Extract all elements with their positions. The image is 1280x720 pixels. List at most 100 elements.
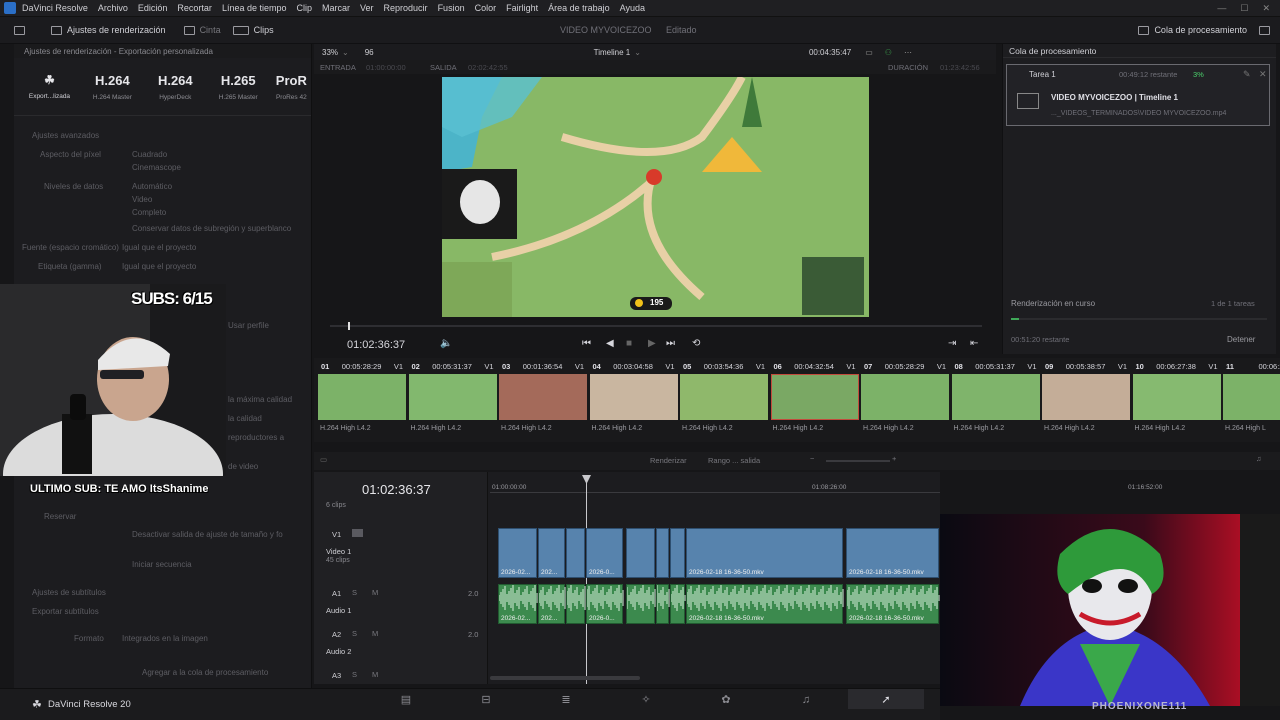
in-point-icon[interactable]: ⇥: [948, 338, 956, 349]
clips-button[interactable]: Clips: [232, 25, 274, 35]
play-icon[interactable]: ▶: [648, 338, 656, 349]
scrub-playhead[interactable]: [348, 322, 350, 330]
retain-subblack-checkbox[interactable]: Conservar datos de subregión y superblan…: [132, 224, 291, 233]
video-clip[interactable]: 202...: [538, 528, 565, 578]
menu-marcar[interactable]: Marcar: [322, 3, 350, 13]
deliver-page-icon[interactable]: ➚: [880, 694, 892, 706]
audio-clip[interactable]: [626, 584, 656, 624]
color-space-select[interactable]: Igual que el proyecto: [122, 243, 196, 252]
video-clip[interactable]: [656, 528, 669, 578]
audio-clip[interactable]: [656, 584, 670, 624]
out-point-icon[interactable]: ⇤: [970, 338, 978, 349]
go-to-start-icon[interactable]: ⏮: [582, 338, 591, 349]
menu-recortar[interactable]: Recortar: [177, 3, 212, 13]
menu-linea-de-tiempo[interactable]: Línea de tiempo: [222, 3, 287, 13]
audio-clip[interactable]: [566, 584, 586, 624]
menu-ver[interactable]: Ver: [360, 3, 374, 13]
solo-button[interactable]: S: [352, 588, 357, 597]
mute-button[interactable]: M: [372, 670, 378, 679]
subtitle-settings-heading[interactable]: Ajustes de subtítulos: [32, 588, 106, 597]
timeline-options-icon[interactable]: ▭: [320, 455, 327, 464]
zoom-select[interactable]: 33%: [322, 48, 338, 57]
menu-reproducir[interactable]: Reproducir: [384, 3, 428, 13]
timeline-ruler[interactable]: 01:00:00:00 01:08:26:00: [490, 478, 940, 496]
clip-thumbnail[interactable]: 05 00:03:54:36 V1 H.264 High L4.2: [680, 362, 768, 438]
data-levels-auto-radio[interactable]: Automático: [132, 182, 172, 191]
video-clip[interactable]: [670, 528, 685, 578]
menu-edicion[interactable]: Edición: [138, 3, 168, 13]
format-select[interactable]: Integrados en la imagen: [122, 634, 208, 643]
mute-button[interactable]: M: [372, 629, 378, 638]
menu-fairlight[interactable]: Fairlight: [506, 3, 538, 13]
menu-ayuda[interactable]: Ayuda: [620, 3, 645, 13]
video-clip[interactable]: 2026-02-18 16-36-50.mkv: [846, 528, 939, 578]
loop-icon[interactable]: ⟲: [692, 338, 700, 349]
audio-clip[interactable]: 2026-0...: [586, 584, 624, 624]
pixel-cinemascope-radio[interactable]: Cinemascope: [132, 163, 181, 172]
timeline-playhead[interactable]: [586, 478, 587, 684]
color-page-icon[interactable]: ✿: [720, 694, 732, 706]
clip-thumbnail[interactable]: 11 00:06:2 H.264 High L: [1223, 362, 1280, 438]
clip-thumbnail[interactable]: 02 00:05:31:37 V1 H.264 High L4.2: [408, 362, 497, 438]
add-to-queue-button[interactable]: Agregar a la cola de procesamiento: [142, 668, 268, 677]
video-clip[interactable]: 2026-0...: [586, 528, 623, 578]
clip-thumbnail[interactable]: 06 00:04:32:54 V1 H.264 High L4.2: [770, 362, 859, 438]
menu-app[interactable]: DaVinci Resolve: [22, 3, 88, 13]
timeline-zoom-slider[interactable]: [826, 460, 890, 462]
preset-custom-export[interactable]: ☘ Export...lizada: [20, 73, 79, 100]
timeline-name[interactable]: Timeline 1: [594, 48, 631, 57]
fps-field[interactable]: 96: [365, 48, 374, 57]
render-range-select[interactable]: Rango ... salida: [708, 456, 760, 465]
viewer-options-icon[interactable]: ▭: [865, 48, 873, 57]
video-clip[interactable]: [566, 528, 585, 578]
preset-h264-master[interactable]: H.264 H.264 Master: [83, 73, 142, 101]
menu-archivo[interactable]: Archivo: [98, 3, 128, 13]
fusion-page-icon[interactable]: ✧: [640, 694, 652, 706]
tape-button[interactable]: Cinta: [183, 25, 221, 35]
export-subtitles-checkbox[interactable]: Exportar subtítulos: [32, 607, 99, 616]
players-option[interactable]: reproductores a: [228, 433, 284, 442]
more-options-icon[interactable]: ⋯: [904, 48, 912, 57]
viewer-scrub-bar[interactable]: [330, 322, 982, 330]
close-icon[interactable]: ✕: [1262, 3, 1270, 14]
video-clip[interactable]: [626, 528, 655, 578]
clip-thumbnail[interactable]: 10 00:06:27:38 V1 H.264 High L4.2: [1132, 362, 1221, 438]
stop-icon[interactable]: ■: [626, 338, 632, 349]
preset-h265-master[interactable]: H.265 H.265 Master: [209, 73, 268, 101]
volume-icon[interactable]: 🔈: [440, 338, 452, 349]
clip-thumbnail[interactable]: 01 00:05:28:29 V1 H.264 High L4.2: [318, 362, 406, 438]
audio-clip[interactable]: 202...: [538, 584, 566, 624]
preset-prores[interactable]: ProR ProRes 42: [272, 73, 311, 101]
track-lock-icon[interactable]: [352, 529, 363, 537]
render-queue-button[interactable]: Cola de procesamiento: [1138, 25, 1247, 35]
quality-option[interactable]: la calidad: [228, 414, 262, 423]
video-clip[interactable]: 2026-02-18 16-36-50.mkv: [686, 528, 843, 578]
data-levels-full-radio[interactable]: Completo: [132, 208, 166, 217]
audio-clip[interactable]: 2026-02...: [498, 584, 538, 624]
solo-button[interactable]: S: [352, 670, 357, 679]
solo-button[interactable]: S: [352, 629, 357, 638]
start-sequence-checkbox[interactable]: Iniciar secuencia: [132, 560, 192, 569]
stop-render-button[interactable]: Detener: [1227, 335, 1255, 344]
link-icon[interactable]: ⚇: [885, 48, 892, 57]
timeline-scrollbar[interactable]: [490, 676, 640, 680]
cut-page-icon[interactable]: ⊟: [480, 694, 492, 706]
media-page-icon[interactable]: ▤: [400, 694, 412, 706]
edit-job-icon[interactable]: ✎: [1243, 69, 1251, 80]
remove-job-icon[interactable]: ✕: [1259, 69, 1267, 80]
audio-clip[interactable]: 2026-02-18 16-36-50.mkv: [686, 584, 844, 624]
gamma-select[interactable]: Igual que el proyecto: [122, 262, 196, 271]
preset-hyperdeck[interactable]: H.264 HyperDeck: [146, 73, 205, 101]
audio-meter-icon[interactable]: ♫: [1256, 454, 1262, 463]
edit-page-icon[interactable]: ≣: [560, 694, 572, 706]
render-settings-button[interactable]: Ajustes de renderización: [51, 25, 166, 35]
clip-thumbnail[interactable]: 09 00:05:38:57 V1 H.264 High L4.2: [1042, 362, 1130, 438]
step-back-icon[interactable]: ◀: [606, 338, 614, 349]
clip-thumbnail[interactable]: 08 00:05:31:37 V1 H.264 High L4.2: [951, 362, 1040, 438]
video-clip[interactable]: 2026-02...: [498, 528, 537, 578]
menu-color[interactable]: Color: [475, 3, 497, 13]
render-mode-label[interactable]: Renderizar: [650, 456, 687, 465]
menu-fusion[interactable]: Fusion: [438, 3, 465, 13]
panel-toggle-button[interactable]: [1259, 25, 1270, 35]
zoom-out-icon[interactable]: −: [810, 454, 814, 463]
